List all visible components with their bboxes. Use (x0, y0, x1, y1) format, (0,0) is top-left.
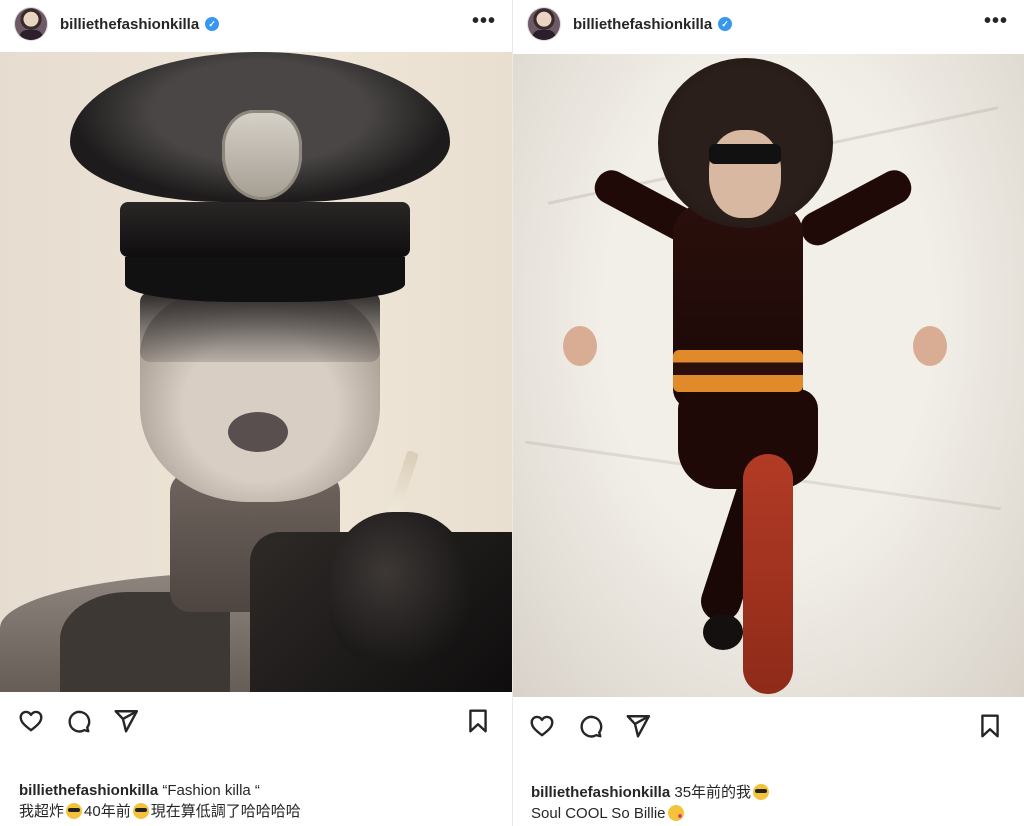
share-icon[interactable] (623, 711, 653, 741)
caption-text: 現在算低調了哈哈哈哈 (150, 803, 301, 820)
action-bar (513, 707, 1024, 747)
avatar[interactable] (527, 7, 561, 41)
comment-icon[interactable] (63, 706, 93, 736)
caption: billiethefashionkilla 35年前的我 Soul COOL S… (531, 782, 1014, 824)
action-bar (0, 702, 512, 742)
caption-text: 35年前的我 (674, 784, 752, 801)
more-options-icon[interactable]: ••• (984, 10, 1008, 33)
comment-icon[interactable] (575, 711, 605, 741)
bookmark-icon[interactable] (463, 706, 493, 736)
heart-icon[interactable] (527, 711, 557, 741)
username[interactable]: billiethefashionkilla (60, 16, 199, 33)
post-header: billiethefashionkilla ✓ ••• (513, 0, 1024, 48)
caption-line-2: 我超炸 40年前 現在算低調了哈哈哈哈 (19, 801, 502, 822)
heart-icon[interactable] (16, 706, 46, 736)
verified-badge-icon: ✓ (205, 17, 220, 31)
caption-text: Soul COOL So Billie (531, 805, 666, 822)
caption-username[interactable]: billiethefashionkilla (531, 784, 670, 801)
post-photo[interactable] (513, 54, 1024, 697)
caption-line-1: billiethefashionkilla “Fashion killa “ (19, 780, 502, 801)
caption: billiethefashionkilla “Fashion killa “ 我… (19, 780, 502, 822)
caption-text: “Fashion killa “ (162, 782, 260, 799)
sunglasses-emoji-icon (66, 803, 83, 819)
caption-text: 我超炸 (19, 803, 65, 820)
share-icon[interactable] (111, 706, 141, 736)
caption-line-1: billiethefashionkilla 35年前的我 (531, 782, 1014, 803)
post-left: billiethefashionkilla ✓ ••• billiethefas… (0, 0, 512, 826)
bookmark-icon[interactable] (975, 711, 1005, 741)
sunglasses-emoji-icon (753, 784, 770, 800)
sunglasses-emoji-icon (132, 803, 149, 819)
username[interactable]: billiethefashionkilla (573, 16, 712, 33)
post-photo[interactable] (0, 52, 512, 692)
post-header: billiethefashionkilla ✓ ••• (0, 0, 512, 48)
post-right: billiethefashionkilla ✓ ••• billiethefas… (513, 0, 1024, 826)
kiss-emoji-icon (667, 805, 684, 821)
avatar[interactable] (14, 7, 48, 41)
caption-line-2: Soul COOL So Billie (531, 803, 1014, 824)
caption-username[interactable]: billiethefashionkilla (19, 782, 158, 799)
more-options-icon[interactable]: ••• (472, 10, 496, 33)
verified-badge-icon: ✓ (718, 17, 733, 31)
caption-text: 40年前 (84, 803, 131, 820)
